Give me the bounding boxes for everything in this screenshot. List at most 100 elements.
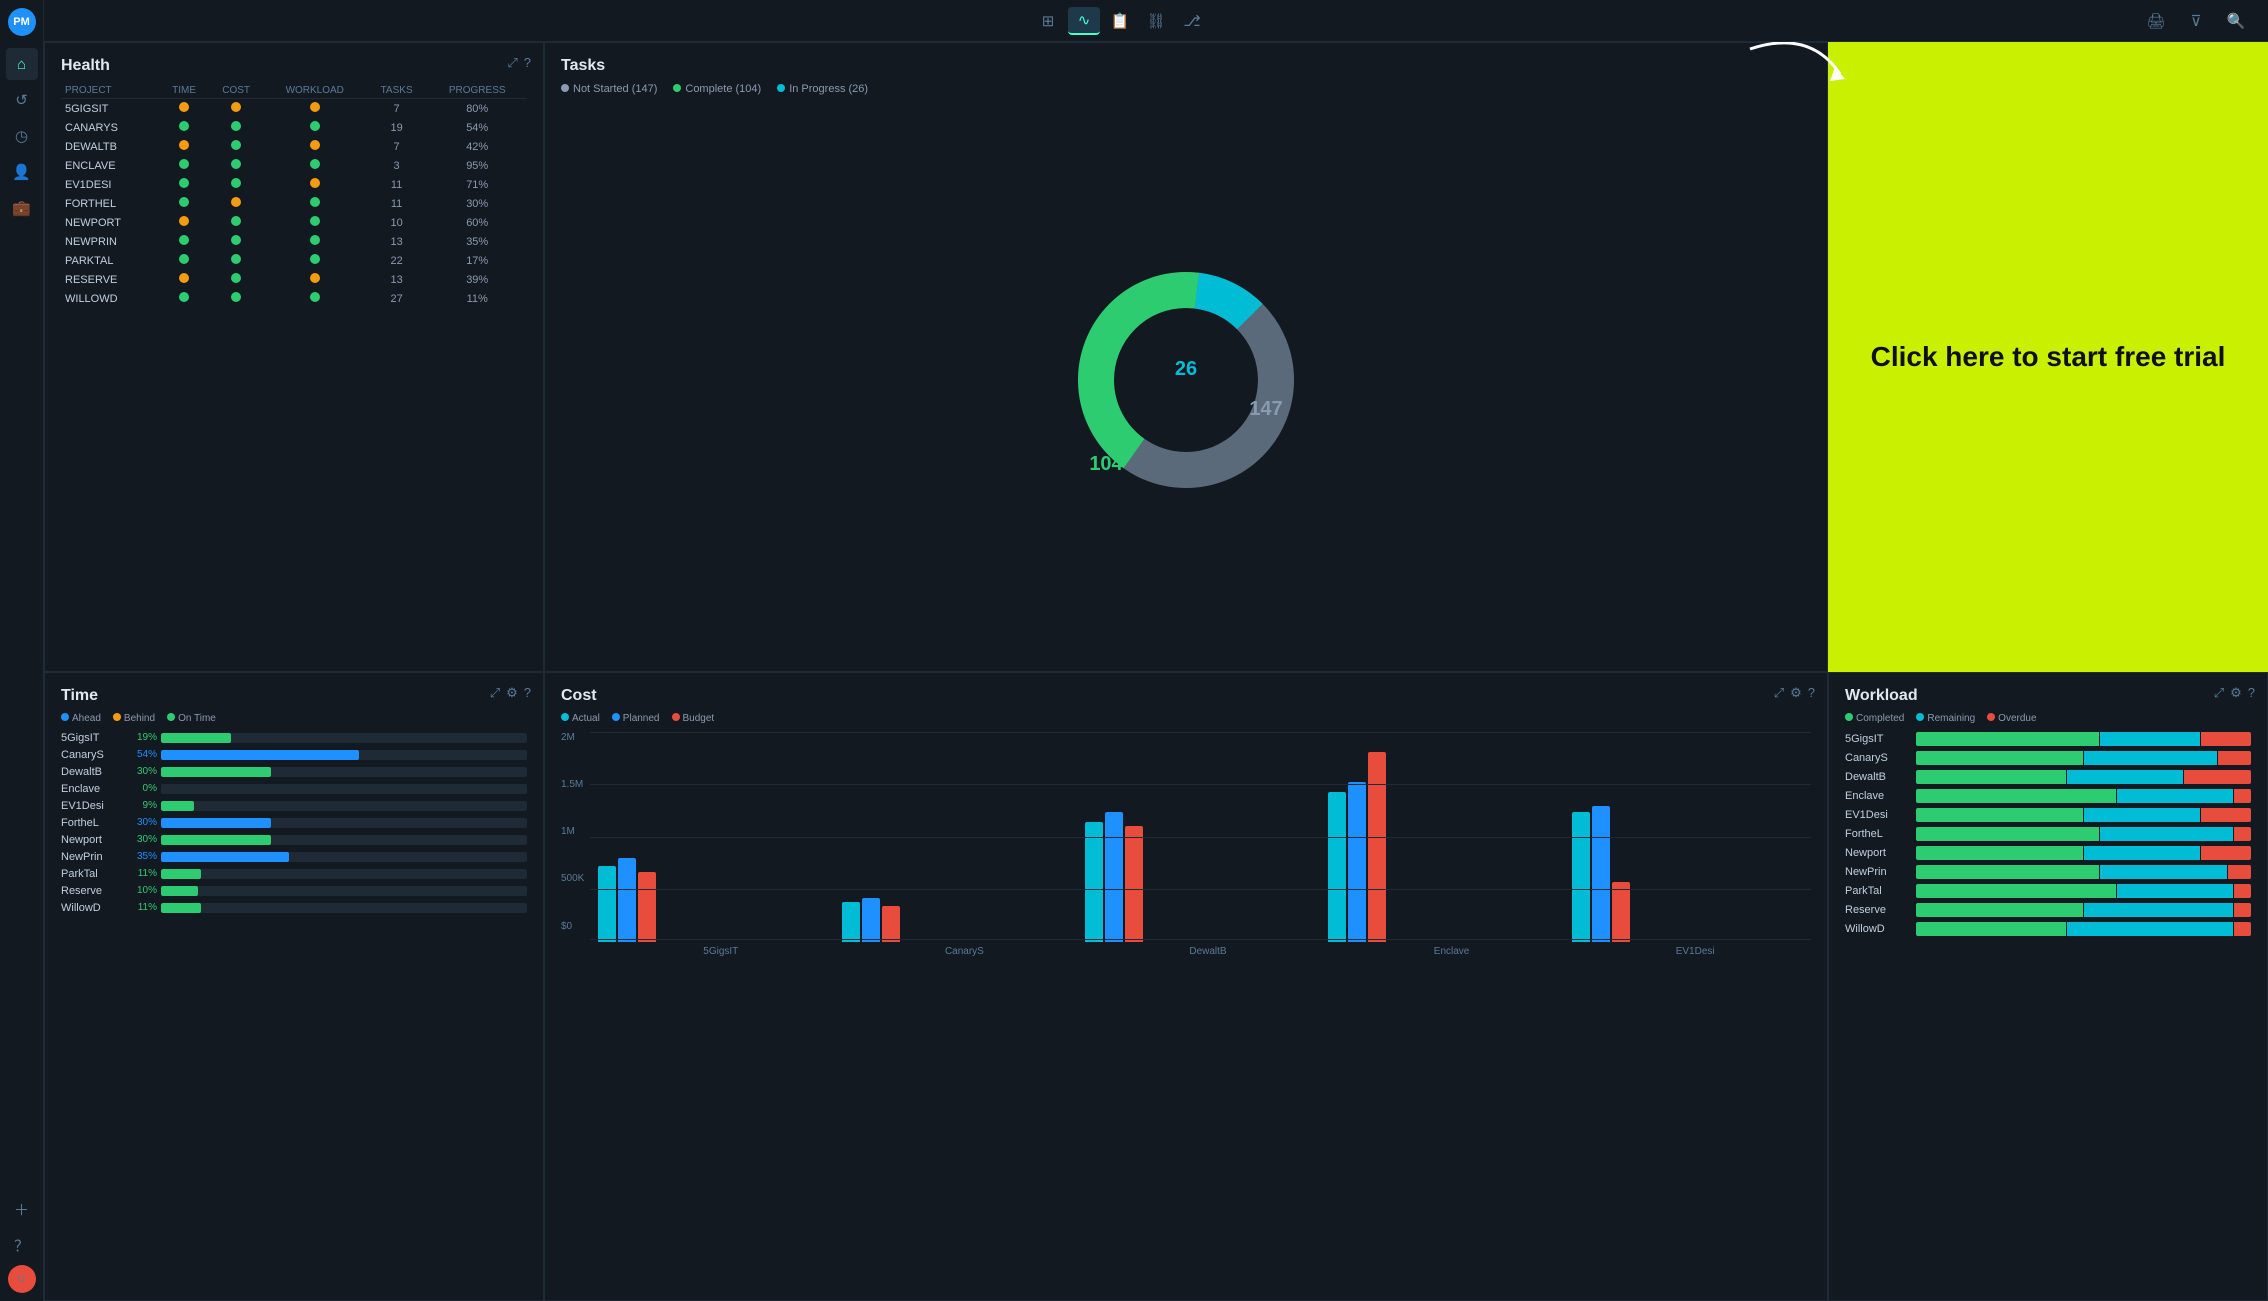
wl-row-label: 5GigsIT: [1845, 733, 1910, 745]
legend-wl-completed: Completed: [1845, 713, 1904, 724]
y-1m: 1M: [561, 826, 584, 837]
health-actions: ⤢ ?: [507, 55, 531, 71]
wl-seg-overdue: [2234, 884, 2251, 898]
cta-text[interactable]: Click here to start free trial: [1871, 340, 2226, 374]
cell-time: [160, 194, 209, 213]
app-logo[interactable]: PM: [8, 8, 36, 36]
grid-line-50: [590, 837, 1811, 838]
cell-workload: [264, 175, 366, 194]
cost-chart-area: [590, 732, 1811, 942]
cost-info-icon[interactable]: ?: [1808, 685, 1815, 701]
cell-cost: [209, 118, 264, 137]
time-bar-area: 0%: [127, 783, 527, 794]
wl-bar-area: [1916, 827, 2251, 841]
cta-panel[interactable]: Click here to start free trial: [1828, 42, 2268, 672]
cost-bar-group: [598, 858, 829, 942]
workload-info-icon[interactable]: ?: [2248, 685, 2255, 701]
toolbar-search-btn[interactable]: 🔍: [2220, 7, 2252, 35]
cost-bar: [1612, 882, 1630, 942]
time-info-icon[interactable]: ?: [524, 685, 531, 701]
cost-expand-icon[interactable]: ⤢: [1774, 685, 1784, 701]
sidebar-item-clock[interactable]: ◷: [6, 120, 38, 152]
time-bar-area: 19%: [127, 732, 527, 743]
cost-settings-icon[interactable]: ⚙: [1790, 685, 1802, 701]
time-bar-fill: [161, 767, 271, 777]
wl-row-label: CanaryS: [1845, 752, 1910, 764]
cell-progress: 80%: [427, 99, 527, 119]
legend-behind: Behind: [113, 713, 155, 724]
wl-bar-area: [1916, 903, 2251, 917]
health-title: Health: [61, 57, 527, 75]
toolbar-filterv-btn[interactable]: ⊽: [2180, 7, 2212, 35]
sidebar-item-avatar[interactable]: U: [8, 1265, 36, 1293]
sidebar-item-refresh[interactable]: ↺: [6, 84, 38, 116]
time-expand-icon[interactable]: ⤢: [490, 685, 500, 701]
legend-not-started: Not Started (147): [561, 83, 657, 95]
time-row-item: 5GigsIT 19%: [61, 732, 527, 744]
time-row-label: FortheL: [61, 817, 121, 829]
cell-cost: [209, 251, 264, 270]
cell-time: [160, 156, 209, 175]
cell-workload: [264, 251, 366, 270]
time-bar-pct: 30%: [127, 766, 157, 777]
time-rows: 5GigsIT 19% CanaryS 54% DewaltB 30% Encl…: [61, 732, 527, 914]
toolbar-print-btn[interactable]: 🖨: [2140, 7, 2172, 35]
wl-seg-overdue: [2228, 865, 2251, 879]
wl-bar-area: [1916, 770, 2251, 784]
time-bar-area: 11%: [127, 902, 527, 913]
legend-budget: Budget: [672, 713, 715, 724]
time-row-label: DewaltB: [61, 766, 121, 778]
cell-progress: 17%: [427, 251, 527, 270]
wl-bar-area: [1916, 884, 2251, 898]
cell-cost: [209, 289, 264, 308]
sidebar-item-home[interactable]: ⌂: [6, 48, 38, 80]
cell-tasks: 19: [366, 118, 428, 137]
time-bar-area: 9%: [127, 800, 527, 811]
time-bar-fill: [161, 733, 231, 743]
sidebar-item-users[interactable]: 👤: [6, 156, 38, 188]
cost-bar: [842, 902, 860, 942]
table-row: ENCLAVE 3 95%: [61, 156, 527, 175]
content-grid: Health ⤢ ? PROJECT TIME COST WORKLOAD TA…: [44, 42, 2268, 1301]
donut-center-inprogress: 26: [1175, 358, 1197, 380]
time-settings-icon[interactable]: ⚙: [506, 685, 518, 701]
sidebar-item-add[interactable]: ＋: [6, 1193, 38, 1225]
workload-row-item: ParkTal: [1845, 884, 2251, 898]
time-row-label: WillowD: [61, 902, 121, 914]
cost-bar-group: [1328, 752, 1559, 942]
health-info-icon[interactable]: ?: [524, 55, 531, 71]
wl-seg-overdue: [2201, 732, 2251, 746]
time-bar-area: 11%: [127, 868, 527, 879]
cell-workload: [264, 156, 366, 175]
cell-time: [160, 289, 209, 308]
sidebar-item-briefcase[interactable]: 💼: [6, 192, 38, 224]
toolbar-filter-btn[interactable]: ⊞: [1032, 7, 1064, 35]
wl-row-label: Enclave: [1845, 790, 1910, 802]
health-expand-icon[interactable]: ⤢: [507, 55, 517, 71]
workload-row-item: Enclave: [1845, 789, 2251, 803]
workload-expand-icon[interactable]: ⤢: [2214, 685, 2224, 701]
cell-project: ENCLAVE: [61, 156, 160, 175]
legend-planned: Planned: [612, 713, 660, 724]
wl-seg-overdue: [2234, 922, 2251, 936]
cell-progress: 39%: [427, 270, 527, 289]
toolbar-chart-btn[interactable]: ∿: [1068, 7, 1100, 35]
table-row: DEWALTB 7 42%: [61, 137, 527, 156]
toolbar-branch-btn[interactable]: ⎇: [1176, 7, 1208, 35]
wl-seg-completed: [1916, 846, 2083, 860]
time-bar-track: [161, 818, 527, 828]
toolbar-clipboard-btn[interactable]: 📋: [1104, 7, 1136, 35]
time-bar-fill: [161, 903, 201, 913]
time-bar-pct: 30%: [127, 834, 157, 845]
toolbar-link-btn[interactable]: ⛓: [1140, 7, 1172, 35]
workload-settings-icon[interactable]: ⚙: [2230, 685, 2242, 701]
cell-progress: 54%: [427, 118, 527, 137]
wl-bar-area: [1916, 751, 2251, 765]
workload-actions: ⤢ ⚙ ?: [2214, 685, 2255, 701]
time-row-label: 5GigsIT: [61, 732, 121, 744]
wl-seg-completed: [1916, 922, 2066, 936]
sidebar-item-help[interactable]: ？: [6, 1229, 38, 1261]
wl-row-label: NewPrin: [1845, 866, 1910, 878]
wl-seg-remaining: [2067, 922, 2234, 936]
cell-workload: [264, 289, 366, 308]
